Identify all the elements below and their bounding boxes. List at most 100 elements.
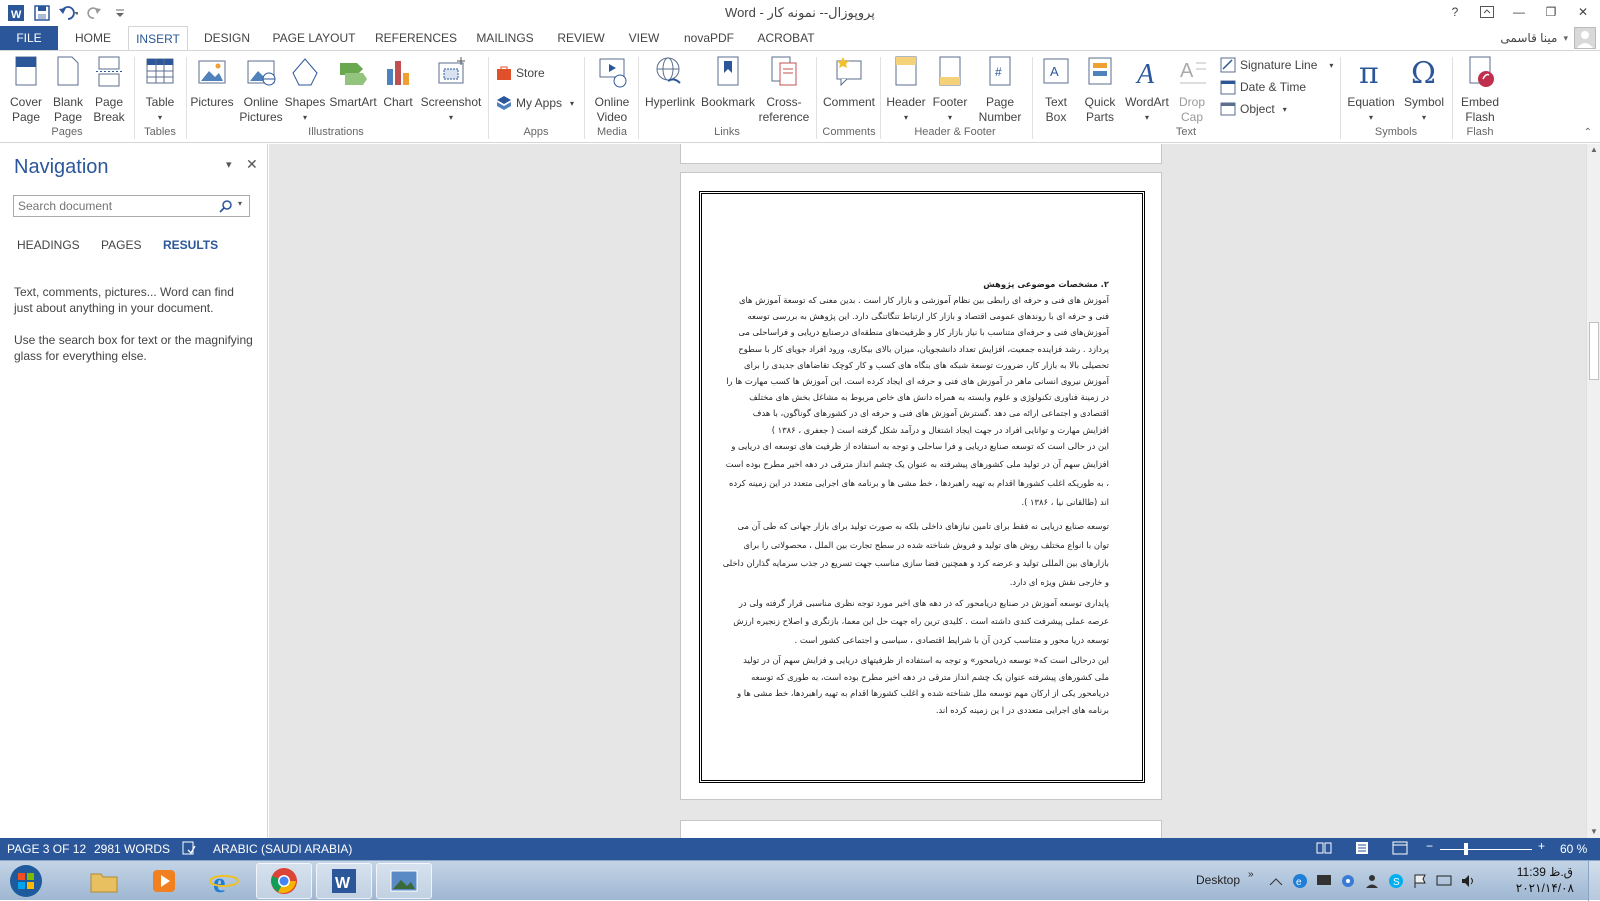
chevron-down-icon: ▾ — [1282, 104, 1287, 114]
store-icon — [497, 66, 511, 80]
chevron-down-icon: ▾ — [570, 98, 575, 108]
search-input[interactable] — [13, 195, 250, 217]
text-box-button[interactable]: A Text Box — [1036, 55, 1076, 125]
object-button[interactable]: Object ▾ — [1220, 99, 1287, 119]
restore-button[interactable]: ❐ — [1540, 2, 1562, 22]
comment-button[interactable]: Comment — [820, 55, 878, 110]
tab-page-layout[interactable]: PAGE LAYOUT — [266, 26, 362, 50]
blank-page-button[interactable]: Blank Page — [48, 55, 88, 125]
shapes-button[interactable]: Shapes ▾ — [284, 55, 326, 125]
tray-browser-icon[interactable]: e — [1292, 873, 1308, 892]
tab-pages[interactable]: PAGES — [101, 238, 141, 252]
tray-display-icon[interactable] — [1436, 873, 1452, 892]
tab-novapdf[interactable]: novaPDF — [676, 26, 742, 50]
bookmark-button[interactable]: Bookmark — [700, 55, 756, 110]
cover-page-button[interactable]: Cover Page — [4, 55, 48, 125]
web-layout-icon[interactable] — [1392, 841, 1408, 858]
close-button[interactable]: ✕ — [1572, 2, 1594, 22]
minimize-button[interactable]: — — [1508, 2, 1530, 22]
header-button[interactable]: Header ▾ — [884, 55, 928, 125]
tray-settings-icon[interactable] — [1340, 873, 1356, 892]
tab-results[interactable]: RESULTS — [163, 238, 218, 252]
zoom-slider-thumb[interactable] — [1463, 843, 1468, 855]
tab-insert[interactable]: INSERT — [128, 26, 188, 51]
media-player-button[interactable] — [136, 863, 192, 899]
tray-user-icon[interactable] — [1364, 873, 1380, 892]
zoom-level[interactable]: 60 % — [1560, 842, 1587, 856]
document-area[interactable]: ۲. مشخصات موضوعی پژوهش آموزش های فنی و ح… — [269, 144, 1586, 838]
tab-review[interactable]: REVIEW — [548, 26, 614, 50]
cross-reference-button[interactable]: Cross- reference — [756, 55, 812, 125]
pane-options-icon[interactable]: ▾ — [226, 158, 232, 171]
online-video-button[interactable]: Online Video — [588, 55, 636, 125]
page-count[interactable]: PAGE 3 OF 12 — [7, 842, 86, 856]
previous-page — [680, 144, 1162, 164]
desktop-toolbar[interactable]: Desktop — [1196, 873, 1240, 887]
hyperlink-button[interactable]: Hyperlink — [642, 55, 698, 110]
tray-network-icon[interactable] — [1268, 873, 1284, 892]
chrome-button[interactable] — [256, 863, 312, 899]
tab-headings[interactable]: HEADINGS — [17, 238, 80, 252]
language[interactable]: ARABIC (SAUDI ARABIA) — [213, 842, 352, 856]
wordart-button[interactable]: A WordArt ▾ — [1122, 55, 1172, 125]
quick-parts-button[interactable]: Quick Parts — [1078, 55, 1122, 125]
scroll-down-icon[interactable]: ▼ — [1590, 827, 1598, 836]
tab-acrobat[interactable]: ACROBAT — [750, 26, 822, 50]
signature-line-button[interactable]: Signature Line ▾ — [1220, 55, 1333, 75]
pictures-button[interactable]: Pictures — [188, 55, 236, 110]
ribbon-display-options-button[interactable] — [1476, 2, 1498, 22]
smartart-button[interactable]: SmartArt — [328, 55, 378, 110]
show-desktop-button[interactable] — [1588, 861, 1600, 901]
tab-file[interactable]: FILE — [0, 26, 58, 50]
file-explorer-button[interactable] — [76, 863, 132, 899]
tab-design[interactable]: DESIGN — [194, 26, 260, 50]
embed-flash-button[interactable]: Embed Flash — [1456, 55, 1504, 125]
read-mode-icon[interactable] — [1316, 841, 1332, 858]
word-count[interactable]: 2981 WORDS — [94, 842, 170, 856]
tab-home[interactable]: HOME — [62, 26, 124, 50]
close-pane-icon[interactable]: ✕ — [246, 156, 258, 173]
clock[interactable]: 11:39 ق.ظ ۲۰۲۱/۱۴/۰۸ — [1516, 864, 1574, 896]
tray-monitor-icon[interactable] — [1316, 873, 1332, 892]
picture-viewer-button[interactable] — [376, 863, 432, 899]
svg-text:W: W — [335, 875, 351, 892]
chart-button[interactable]: Chart — [378, 55, 418, 110]
collapse-ribbon-icon[interactable]: ⌃ — [1584, 127, 1592, 138]
footer-button[interactable]: Footer ▾ — [928, 55, 972, 125]
start-button[interactable] — [6, 863, 46, 899]
screenshot-button[interactable]: Screenshot ▾ — [420, 55, 482, 125]
tab-mailings[interactable]: MAILINGS — [468, 26, 542, 50]
tab-view[interactable]: VIEW — [620, 26, 668, 50]
zoom-slider[interactable] — [1440, 849, 1532, 850]
page-break-button[interactable]: Page Break — [88, 55, 130, 125]
scroll-up-icon[interactable]: ▲ — [1590, 145, 1598, 154]
volume-icon[interactable] — [1460, 873, 1476, 892]
internet-explorer-button[interactable]: e — [196, 863, 252, 899]
scroll-thumb[interactable] — [1589, 322, 1599, 380]
document-page[interactable]: ۲. مشخصات موضوعی پژوهش آموزش های فنی و ح… — [680, 172, 1162, 800]
toolbar-expand-icon[interactable]: » — [1248, 869, 1254, 880]
tray-skype-icon[interactable]: S — [1388, 873, 1404, 892]
store-button[interactable]: Store — [496, 63, 545, 83]
cross-reference-label: Cross- reference — [758, 95, 810, 124]
date-time-button[interactable]: Date & Time — [1220, 77, 1306, 97]
flag-icon[interactable] — [1412, 873, 1428, 892]
my-apps-button[interactable]: My Apps ▾ — [496, 93, 574, 113]
search-options-icon[interactable]: ▾ — [238, 199, 242, 208]
symbol-button[interactable]: Ω Symbol ▾ — [1400, 55, 1448, 125]
zoom-out-button[interactable]: − — [1426, 839, 1433, 853]
vertical-scrollbar[interactable]: ▲ ▼ — [1586, 144, 1600, 838]
user-account[interactable]: مینا قاسمی ▾ — [1500, 26, 1596, 50]
help-button[interactable]: ? — [1444, 2, 1466, 22]
tab-references[interactable]: REFERENCES — [370, 26, 462, 50]
equation-button[interactable]: π Equation ▾ — [1344, 55, 1398, 125]
word-taskbar-button[interactable]: W — [316, 863, 372, 899]
search-icon[interactable] — [219, 199, 233, 216]
print-layout-icon[interactable] — [1354, 841, 1370, 858]
zoom-in-button[interactable]: + — [1538, 839, 1545, 853]
page-number-button[interactable]: # Page Number — [974, 55, 1026, 125]
drop-cap-button[interactable]: A Drop Cap — [1172, 55, 1212, 125]
proofing-icon[interactable] — [182, 841, 196, 858]
table-button[interactable]: Table ▾ — [138, 55, 182, 125]
online-pictures-button[interactable]: Online Pictures — [236, 55, 286, 125]
